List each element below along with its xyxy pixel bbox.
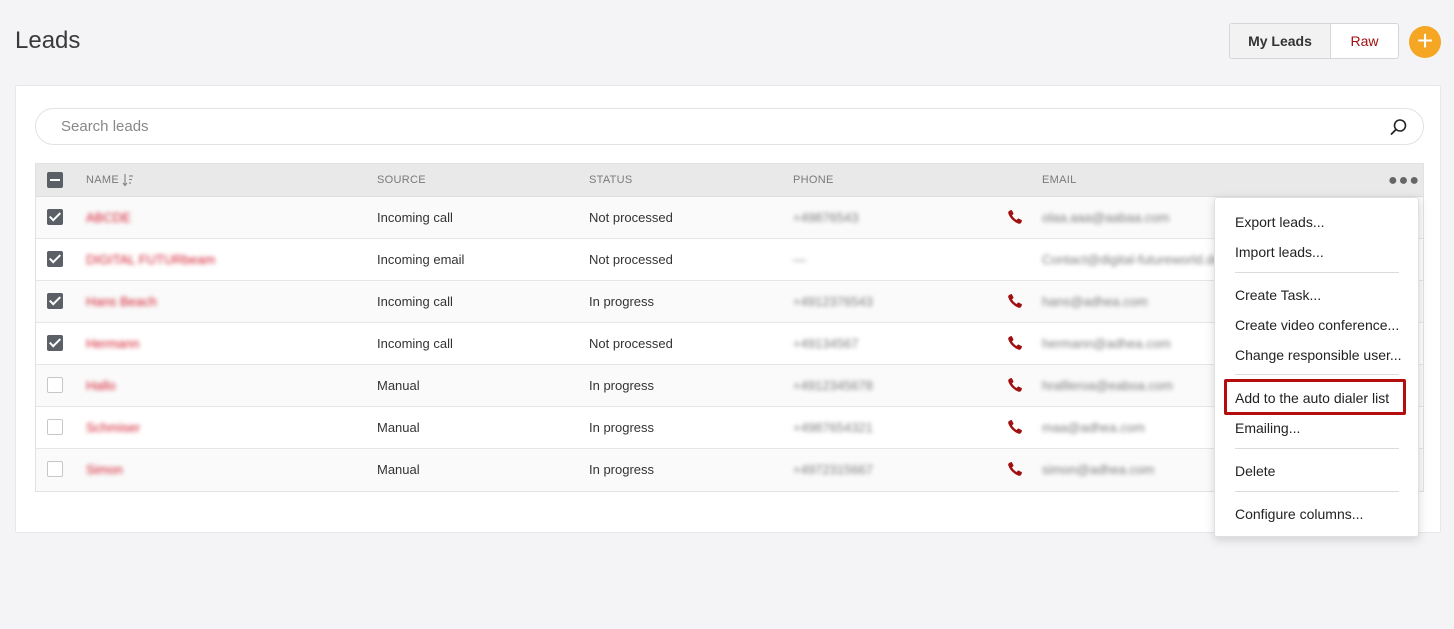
column-header-name[interactable]: NAME bbox=[86, 164, 119, 197]
menu-divider bbox=[1235, 374, 1399, 375]
menu-divider bbox=[1235, 448, 1399, 449]
lead-email[interactable]: hermann@adhea.com bbox=[1042, 323, 1171, 364]
lead-status: In progress bbox=[589, 462, 655, 477]
lead-phone: +49876543 bbox=[793, 210, 859, 225]
bulk-actions-menu: Export leads... Import leads... Create T… bbox=[1214, 197, 1419, 537]
column-header-email[interactable]: EMAIL bbox=[1042, 164, 1077, 197]
plus-icon: + bbox=[1416, 25, 1434, 56]
lead-name[interactable]: Schmiser bbox=[86, 407, 140, 448]
lead-name[interactable]: ABCDE bbox=[86, 197, 131, 238]
lead-name[interactable]: Hans Beach bbox=[86, 281, 157, 322]
lead-status: Not processed bbox=[589, 336, 673, 351]
row-checkbox[interactable] bbox=[47, 377, 63, 393]
lead-status: Not processed bbox=[589, 210, 673, 225]
row-checkbox[interactable] bbox=[47, 461, 63, 477]
menu-item-create-video-conference[interactable]: Create video conference... bbox=[1235, 317, 1399, 333]
row-checkbox[interactable] bbox=[47, 293, 63, 309]
phone-icon[interactable] bbox=[1007, 209, 1023, 225]
lead-email[interactable]: hans@adhea.com bbox=[1042, 281, 1148, 322]
lead-phone: +4912376543 bbox=[793, 294, 873, 309]
menu-item-delete[interactable]: Delete bbox=[1235, 463, 1275, 479]
lead-phone: +4987654321 bbox=[793, 420, 873, 435]
lead-name[interactable]: Hallo bbox=[86, 365, 116, 406]
lead-status: In progress bbox=[589, 378, 655, 393]
table-header: NAME SOURCE STATUS PHONE EMAIL ●●● bbox=[36, 164, 1423, 197]
menu-divider bbox=[1235, 272, 1399, 273]
phone-icon[interactable] bbox=[1007, 335, 1023, 351]
search-bar bbox=[35, 108, 1424, 145]
menu-item-create-task[interactable]: Create Task... bbox=[1235, 287, 1321, 303]
menu-item-export-leads[interactable]: Export leads... bbox=[1235, 214, 1325, 230]
lead-source: Manual bbox=[377, 378, 420, 393]
column-header-status[interactable]: STATUS bbox=[589, 164, 633, 197]
menu-item-import-leads[interactable]: Import leads... bbox=[1235, 244, 1324, 260]
lead-name[interactable]: Simon bbox=[86, 449, 123, 490]
lead-email[interactable]: simon@adhea.com bbox=[1042, 449, 1154, 490]
lead-name[interactable]: Hermann bbox=[86, 323, 139, 364]
add-lead-button[interactable]: + bbox=[1409, 26, 1441, 58]
search-icon[interactable] bbox=[1390, 118, 1408, 136]
row-checkbox[interactable] bbox=[47, 251, 63, 267]
menu-item-configure-columns[interactable]: Configure columns... bbox=[1235, 506, 1363, 522]
lead-source: Incoming call bbox=[377, 336, 453, 351]
lead-email[interactable]: maa@adhea.com bbox=[1042, 407, 1145, 448]
menu-item-add-to-auto-dialer[interactable]: Add to the auto dialer list bbox=[1235, 390, 1389, 406]
phone-icon[interactable] bbox=[1007, 293, 1023, 309]
row-checkbox[interactable] bbox=[47, 419, 63, 435]
lead-email[interactable]: Contact@digital-futureworld.de bbox=[1042, 239, 1221, 280]
menu-divider bbox=[1235, 491, 1399, 492]
lead-phone: — bbox=[793, 252, 806, 267]
lead-status: In progress bbox=[589, 294, 655, 309]
search-input[interactable] bbox=[61, 109, 1381, 144]
lead-source: Manual bbox=[377, 420, 420, 435]
phone-icon[interactable] bbox=[1007, 377, 1023, 393]
lead-phone: +4912345678 bbox=[793, 378, 873, 393]
my-leads-button[interactable]: My Leads bbox=[1230, 24, 1331, 58]
lead-email[interactable]: olaa.aaa@aabaa.com bbox=[1042, 197, 1169, 238]
lead-source: Manual bbox=[377, 462, 420, 477]
phone-icon[interactable] bbox=[1007, 419, 1023, 435]
more-options-icon[interactable]: ●●● bbox=[1388, 164, 1420, 197]
lead-status: Not processed bbox=[589, 252, 673, 267]
column-header-source[interactable]: SOURCE bbox=[377, 164, 426, 197]
select-all-checkbox[interactable] bbox=[47, 172, 63, 188]
lead-phone: +49134567 bbox=[793, 336, 859, 351]
view-toggle: My Leads Raw bbox=[1229, 23, 1399, 59]
lead-source: Incoming call bbox=[377, 210, 453, 225]
lead-name[interactable]: DIGITAL FUTURbeam bbox=[86, 239, 215, 280]
column-header-phone[interactable]: PHONE bbox=[793, 164, 834, 197]
lead-source: Incoming call bbox=[377, 294, 453, 309]
sort-icon[interactable] bbox=[122, 173, 134, 187]
lead-phone: +4972315667 bbox=[793, 462, 873, 477]
menu-item-emailing[interactable]: Emailing... bbox=[1235, 420, 1300, 436]
page-title: Leads bbox=[15, 27, 81, 54]
row-checkbox[interactable] bbox=[47, 209, 63, 225]
menu-item-change-responsible-user[interactable]: Change responsible user... bbox=[1235, 347, 1402, 363]
lead-source: Incoming email bbox=[377, 252, 465, 267]
row-checkbox[interactable] bbox=[47, 335, 63, 351]
phone-icon[interactable] bbox=[1007, 461, 1023, 477]
lead-email[interactable]: hrallleroa@eaboa.com bbox=[1042, 365, 1173, 406]
lead-status: In progress bbox=[589, 420, 655, 435]
raw-button[interactable]: Raw bbox=[1331, 24, 1398, 58]
